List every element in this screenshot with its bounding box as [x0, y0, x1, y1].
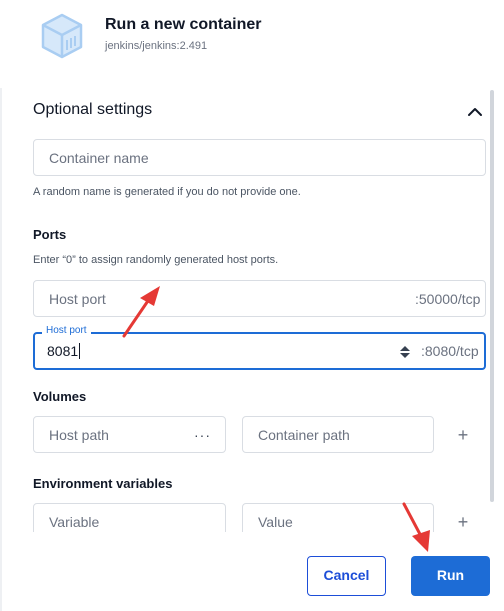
host-port-value-2: 8081: [47, 343, 81, 359]
ports-help: Enter “0” to assign randomly generated h…: [33, 254, 279, 266]
host-path-placeholder: Host path: [49, 426, 109, 443]
optional-settings-title: Optional settings: [33, 101, 153, 118]
container-name-input[interactable]: Container name: [33, 139, 486, 176]
host-port-input-1[interactable]: Host port :50000/tcp: [33, 280, 486, 317]
container-port-1: :50000/tcp: [415, 291, 481, 307]
container-port-2: :8080/tcp: [421, 343, 479, 359]
host-port-floating-label: Host port: [42, 325, 91, 336]
run-button[interactable]: Run: [411, 556, 490, 596]
env-value-input[interactable]: Value: [242, 503, 434, 532]
env-heading: Environment variables: [33, 476, 173, 491]
browse-path-button[interactable]: ···: [194, 427, 211, 443]
add-env-button[interactable]: +: [455, 513, 471, 531]
env-variable-input[interactable]: Variable: [33, 503, 226, 532]
ports-heading: Ports: [33, 227, 67, 242]
dialog-header: Run a new container jenkins/jenkins:2.49…: [0, 0, 504, 88]
host-port-placeholder-1: Host port: [49, 290, 106, 307]
dialog-title: Run a new container: [105, 16, 262, 33]
host-port-value-text: 8081: [47, 343, 79, 359]
add-volume-button[interactable]: +: [455, 426, 471, 444]
number-stepper-icon[interactable]: [398, 344, 412, 360]
text-caret: [79, 343, 81, 359]
container-name-help: A random name is generated if you do not…: [33, 186, 301, 198]
container-path-placeholder: Container path: [258, 426, 350, 443]
host-path-input[interactable]: Host path ···: [33, 416, 226, 453]
env-row-clip: Variable Value +: [0, 503, 490, 532]
volumes-heading: Volumes: [33, 389, 87, 404]
panel-scrollbar[interactable]: [490, 88, 496, 506]
container-cube-icon: [41, 13, 83, 59]
env-value-placeholder: Value: [258, 513, 293, 530]
container-path-input[interactable]: Container path: [242, 416, 434, 453]
scrollbar-thumb[interactable]: [490, 90, 494, 502]
container-name-placeholder: Container name: [49, 149, 149, 166]
chevron-up-icon[interactable]: [464, 101, 486, 123]
env-variable-placeholder: Variable: [49, 513, 100, 530]
host-port-input-2[interactable]: 8081 :8080/tcp: [33, 332, 486, 370]
image-tag: jenkins/jenkins:2.491: [105, 40, 208, 52]
cancel-button[interactable]: Cancel: [307, 556, 386, 596]
